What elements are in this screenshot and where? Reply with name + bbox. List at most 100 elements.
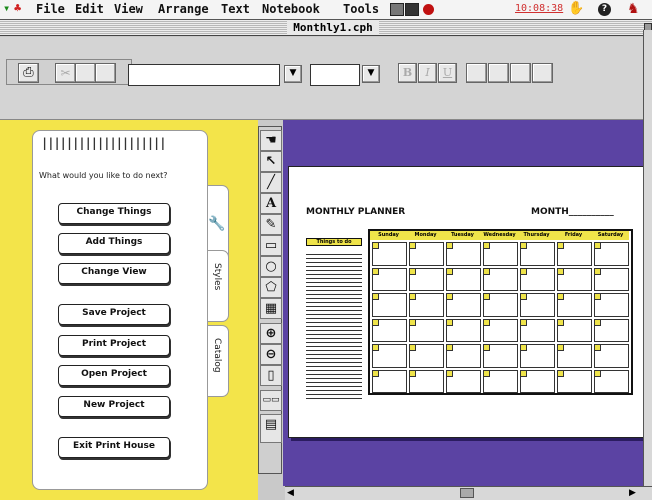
horizontal-scrollbar[interactable]: ◀ ▶: [285, 486, 652, 500]
calendar-day-cell[interactable]: [520, 242, 555, 266]
calendar-day-cell[interactable]: [557, 242, 592, 266]
extension-icon[interactable]: [390, 3, 404, 16]
calendar-day-cell[interactable]: [446, 344, 481, 368]
calendar-day-cell[interactable]: [372, 318, 407, 342]
calendar-day-cell[interactable]: [372, 369, 407, 393]
window-title-bar[interactable]: Monthly1.cph: [0, 20, 652, 36]
calendar-day-cell[interactable]: [409, 369, 444, 393]
calendar-day-cell[interactable]: [409, 293, 444, 317]
menu-text[interactable]: Text: [221, 2, 250, 16]
justify-icon[interactable]: [532, 63, 553, 83]
hand-icon[interactable]: ☚: [260, 130, 282, 151]
calendar-day-cell[interactable]: [446, 318, 481, 342]
new-project-button[interactable]: New Project: [58, 396, 170, 417]
calendar-day-cell[interactable]: [483, 318, 518, 342]
calendar-day-cell[interactable]: [557, 267, 592, 291]
bold-button[interactable]: B: [398, 63, 417, 83]
calendar-day-cell[interactable]: [483, 267, 518, 291]
font-menu-chevron-down-icon[interactable]: ▼: [284, 65, 302, 83]
menu-tools[interactable]: Tools: [343, 2, 379, 16]
calendar-day-cell[interactable]: [483, 242, 518, 266]
grid-icon[interactable]: ▦: [260, 298, 282, 319]
cut-icon[interactable]: ✂: [55, 63, 76, 83]
calendar-day-cell[interactable]: [594, 267, 629, 291]
calendar-day-cell[interactable]: [446, 242, 481, 266]
paste-icon[interactable]: [95, 63, 116, 83]
calendar-day-cell[interactable]: [594, 318, 629, 342]
calendar-day-cell[interactable]: [446, 267, 481, 291]
font-name-field[interactable]: [128, 64, 280, 86]
change-things-button[interactable]: Change Things: [58, 203, 170, 224]
oval-icon[interactable]: ○: [260, 256, 282, 277]
calendar-day-cell[interactable]: [594, 293, 629, 317]
menu-file[interactable]: File: [36, 2, 65, 16]
record-icon[interactable]: [423, 4, 434, 15]
arrow-icon[interactable]: ↖: [260, 151, 282, 172]
change-view-button[interactable]: Change View: [58, 263, 170, 284]
font-size-field[interactable]: [310, 64, 360, 86]
printer-icon[interactable]: ⎙: [18, 63, 39, 83]
page-layout-icon[interactable]: ▭▭: [260, 390, 282, 411]
menu-notebook[interactable]: Notebook: [262, 2, 320, 16]
calendar-day-cell[interactable]: [446, 293, 481, 317]
scroll-left-icon[interactable]: ◀: [287, 488, 294, 498]
tab-styles[interactable]: Styles: [205, 250, 229, 322]
calendar-day-cell[interactable]: [520, 293, 555, 317]
polygon-icon[interactable]: ⬠: [260, 277, 282, 298]
align-left-icon[interactable]: [466, 63, 487, 83]
zoom-out-icon[interactable]: ⊖: [260, 344, 282, 365]
calendar-day-cell[interactable]: [594, 242, 629, 266]
calendar-day-cell[interactable]: [409, 344, 444, 368]
tab-catalog[interactable]: Catalog: [205, 325, 229, 397]
calendar-day-cell[interactable]: [446, 369, 481, 393]
rectangle-icon[interactable]: ▭: [260, 235, 282, 256]
thumbnail-icon[interactable]: ▤: [260, 414, 282, 443]
open-project-button[interactable]: Open Project: [58, 365, 170, 386]
calendar-day-cell[interactable]: [483, 293, 518, 317]
calendar-day-cell[interactable]: [372, 344, 407, 368]
add-things-button[interactable]: Add Things: [58, 233, 170, 254]
print-project-button[interactable]: Print Project: [58, 335, 170, 356]
page-icon[interactable]: ▯: [260, 365, 282, 386]
application-icon[interactable]: ♞: [627, 1, 640, 17]
calendar-day-cell[interactable]: [594, 369, 629, 393]
exit-print-house-button[interactable]: Exit Print House: [58, 437, 170, 458]
calendar-day-cell[interactable]: [520, 267, 555, 291]
align-center-icon[interactable]: [488, 63, 509, 83]
vertical-scrollbar[interactable]: [643, 30, 652, 486]
calendar-day-cell[interactable]: [409, 267, 444, 291]
calendar-day-cell[interactable]: [520, 318, 555, 342]
calendar-day-cell[interactable]: [483, 344, 518, 368]
calendar-day-cell[interactable]: [557, 344, 592, 368]
balloon-help-icon[interactable]: ✋: [568, 1, 584, 16]
calendar-day-cell[interactable]: [483, 369, 518, 393]
save-project-button[interactable]: Save Project: [58, 304, 170, 325]
calendar-day-cell[interactable]: [409, 242, 444, 266]
zoom-in-icon[interactable]: ⊕: [260, 323, 282, 344]
calendar-day-cell[interactable]: [557, 318, 592, 342]
calendar-day-cell[interactable]: [594, 344, 629, 368]
calendar-day-cell[interactable]: [372, 267, 407, 291]
calendar-day-cell[interactable]: [520, 344, 555, 368]
calendar-day-cell[interactable]: [520, 369, 555, 393]
calendar-day-cell[interactable]: [372, 242, 407, 266]
calendar-day-cell[interactable]: [409, 318, 444, 342]
pencil-icon[interactable]: ✎: [260, 214, 282, 235]
calendar-day-cell[interactable]: [557, 369, 592, 393]
italic-button[interactable]: I: [418, 63, 437, 83]
apple-icon[interactable]: ▾: [3, 1, 10, 15]
monitor-icon[interactable]: [405, 3, 419, 16]
menu-arrange[interactable]: Arrange: [158, 2, 209, 16]
line-tool-icon[interactable]: ╱: [260, 172, 282, 193]
text-tool-icon[interactable]: A: [260, 193, 282, 214]
help-icon[interactable]: ?: [598, 3, 611, 16]
menu-edit[interactable]: Edit: [75, 2, 104, 16]
apple-menu-icon[interactable]: ♣: [14, 1, 21, 15]
calendar-day-cell[interactable]: [372, 293, 407, 317]
copy-icon[interactable]: [75, 63, 96, 83]
scroll-right-icon[interactable]: ▶: [629, 488, 636, 498]
underline-button[interactable]: U: [438, 63, 457, 83]
align-right-icon[interactable]: [510, 63, 531, 83]
size-menu-chevron-down-icon[interactable]: ▼: [362, 65, 380, 83]
planner-page[interactable]: MONTHLY PLANNER MONTH__________ Things t…: [288, 166, 646, 438]
